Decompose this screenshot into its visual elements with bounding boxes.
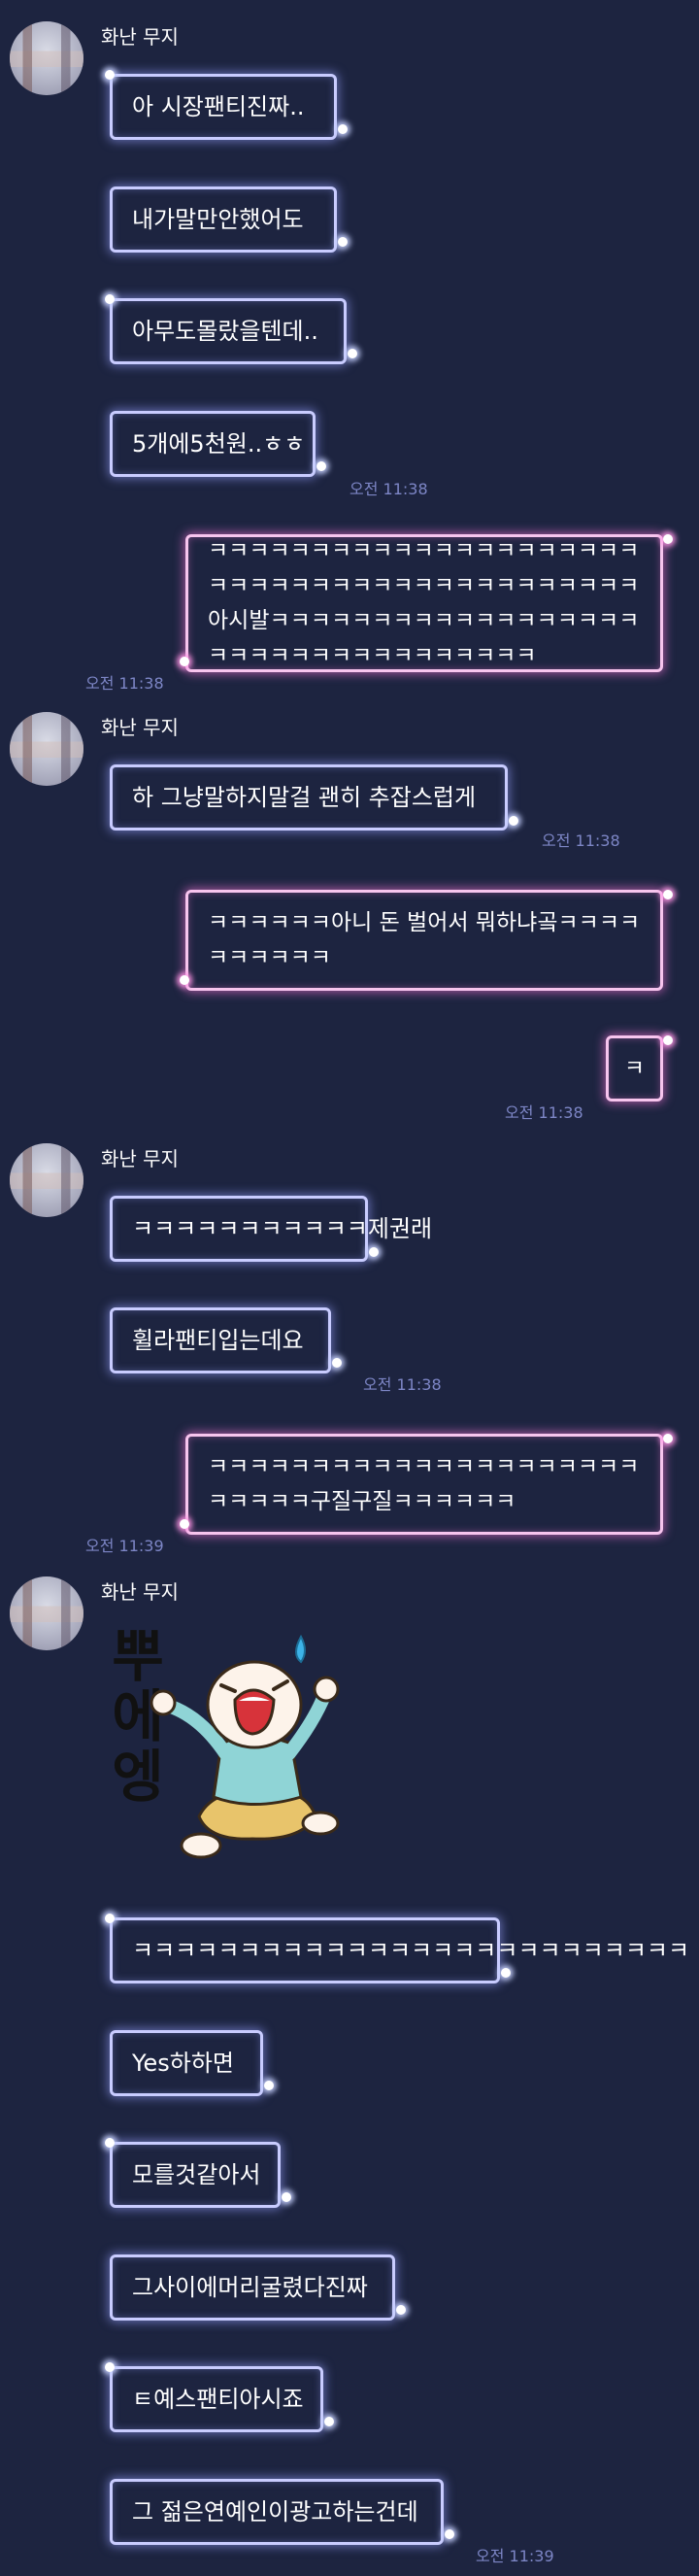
svg-text:엥: 엥	[112, 1744, 163, 1810]
message-time: 오전 11:38	[350, 480, 428, 498]
sender-name: 화난 무지	[101, 1580, 179, 1604]
message-text: ㅋㅋㅋㅋㅋㅋㅋㅋㅋㅋㅋ제권래	[132, 1215, 433, 1242]
received-message[interactable]: 아 시장팬티진짜..	[110, 74, 337, 140]
received-message[interactable]: 그 젊은연예인이광고하는건데	[110, 2479, 444, 2545]
sender-avatar[interactable]	[10, 21, 83, 95]
message-text: 그 젊은연예인이광고하는건데	[132, 2498, 418, 2525]
sender-name: 화난 무지	[101, 716, 179, 739]
message-time: 오전 11:39	[476, 2547, 554, 2565]
received-message[interactable]: 5개에5천원..ㅎㅎ	[110, 411, 316, 477]
message-text: ㅋ	[623, 1056, 646, 1081]
sent-message[interactable]: ㅋㅋㅋㅋㅋㅋㅋㅋㅋㅋㅋㅋㅋㅋㅋㅋㅋㅋㅋㅋㅋㅋㅋㅋㅋㅋㅋㅋㅋㅋㅋㅋㅋㅋㅋㅋㅋㅋㅋㅋ…	[185, 534, 663, 672]
received-message[interactable]: 모를것같아서	[110, 2142, 281, 2208]
chat-room: 화난 무지 아 시장팬티진짜.. 내가말만안했어도 아무도몰랐을텐데.. 5개에…	[0, 0, 699, 2576]
message-text: ㅌ예스팬티아시죠	[132, 2386, 304, 2413]
received-message[interactable]: 그사이에머리굴렸다진짜	[110, 2254, 395, 2321]
message-text: 아무도몰랐을텐데..	[132, 318, 318, 345]
message-text: ㅋㅋㅋㅋㅋㅋㅋㅋㅋㅋㅋㅋㅋㅋㅋㅋㅋㅋㅋㅋㅋㅋㅋㅋㅋㅋ구질구질ㅋㅋㅋㅋㅋㅋ	[208, 1454, 640, 1514]
received-message[interactable]: 하 그냥말하지말걸 괜히 추잡스럽게	[110, 764, 508, 830]
message-time: 오전 11:39	[85, 1537, 164, 1555]
sender-avatar[interactable]	[10, 712, 83, 786]
sender-avatar[interactable]	[10, 1143, 83, 1217]
message-time: 오전 11:38	[363, 1375, 442, 1394]
message-text: 내가말만안했어도	[132, 206, 304, 233]
message-text: 하 그냥말하지말걸 괜히 추잡스럽게	[132, 784, 477, 811]
received-message[interactable]: Yes하하면	[110, 2030, 263, 2096]
message-text: ㅋㅋㅋㅋㅋㅋ아니 돈 벌어서 뭐하냐곸ㅋㅋㅋㅋㅋㅋㅋㅋㅋㅋ	[208, 910, 641, 970]
received-message[interactable]: 휠라팬티입는데요	[110, 1307, 331, 1373]
sticker-text: 뿌	[112, 1623, 163, 1689]
message-text: 휠라팬티입는데요	[132, 1327, 304, 1354]
message-text: Yes하하면	[132, 2050, 234, 2077]
received-message[interactable]: 아무도몰랐을텐데..	[110, 298, 347, 364]
sent-message[interactable]: ㅋ	[606, 1035, 663, 1102]
message-text: ㅋㅋㅋㅋㅋㅋㅋㅋㅋㅋㅋㅋㅋㅋㅋㅋㅋㅋㅋㅋㅋㅋㅋㅋㅋㅋㅋㅋㅋㅋㅋㅋㅋㅋㅋㅋㅋㅋㅋㅋ…	[208, 538, 640, 668]
message-text: 모를것같아서	[132, 2161, 261, 2188]
message-time: 오전 11:38	[542, 831, 620, 850]
crying-muzi-sticker-icon[interactable]: 뿌 에 엥	[107, 1608, 398, 1884]
message-text: 5개에5천원..ㅎㅎ	[132, 430, 306, 458]
received-message[interactable]: ㅌ예스팬티아시죠	[110, 2366, 323, 2432]
message-text: ㅋㅋㅋㅋㅋㅋㅋㅋㅋㅋㅋㅋㅋㅋㅋㅋㅋㅋㅋㅋㅋㅋㅋㅋㅋㅋ	[132, 1937, 690, 1964]
message-time: 오전 11:38	[505, 1103, 583, 1122]
message-text: 그사이에머리굴렸다진짜	[132, 2274, 368, 2301]
received-message[interactable]: ㅋㅋㅋㅋㅋㅋㅋㅋㅋㅋㅋ제권래	[110, 1196, 432, 1262]
sent-message[interactable]: ㅋㅋㅋㅋㅋㅋ아니 돈 벌어서 뭐하냐곸ㅋㅋㅋㅋㅋㅋㅋㅋㅋㅋ	[185, 890, 663, 991]
message-time: 오전 11:38	[85, 674, 164, 693]
received-message[interactable]: 내가말만안했어도	[110, 186, 337, 253]
sender-name: 화난 무지	[101, 1147, 179, 1170]
message-text: 아 시장팬티진짜..	[132, 93, 305, 120]
sender-avatar[interactable]	[10, 1576, 83, 1650]
sender-name: 화난 무지	[101, 25, 179, 49]
received-message[interactable]: ㅋㅋㅋㅋㅋㅋㅋㅋㅋㅋㅋㅋㅋㅋㅋㅋㅋㅋㅋㅋㅋㅋㅋㅋㅋㅋ	[110, 1917, 689, 1983]
sent-message[interactable]: ㅋㅋㅋㅋㅋㅋㅋㅋㅋㅋㅋㅋㅋㅋㅋㅋㅋㅋㅋㅋㅋㅋㅋㅋㅋㅋ구질구질ㅋㅋㅋㅋㅋㅋ	[185, 1434, 663, 1535]
